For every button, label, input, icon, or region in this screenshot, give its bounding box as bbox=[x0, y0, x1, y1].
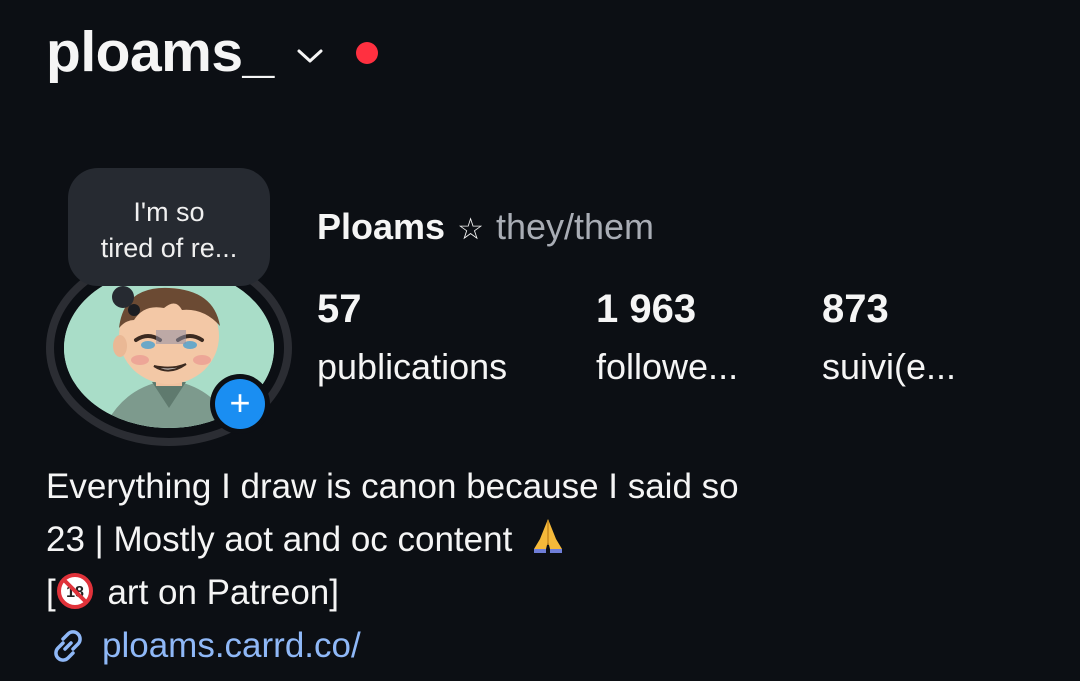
stat-followers[interactable]: 1 963 followe... bbox=[596, 286, 738, 390]
bio-line-2: 23 | Mostly aot and oc content bbox=[46, 513, 739, 566]
bio-line-1: Everything I draw is canon because I sai… bbox=[46, 467, 739, 506]
bio-line-3: [ 18 art on Patreon] bbox=[46, 566, 739, 619]
stat-following-value: 873 bbox=[822, 287, 889, 331]
link-icon bbox=[54, 629, 82, 662]
stat-following-label: suivi(e... bbox=[822, 346, 957, 387]
note-text-line-1: I'm so bbox=[133, 197, 205, 227]
bio-link[interactable]: ploams.carrd.co/ bbox=[46, 619, 739, 672]
bio-link-text[interactable]: ploams.carrd.co/ bbox=[102, 619, 361, 672]
profile-header: ploams_ bbox=[46, 24, 378, 81]
plus-icon: + bbox=[215, 379, 265, 429]
bio-line-3-text: art on Patreon] bbox=[97, 573, 339, 612]
star-icon: ☆ bbox=[457, 213, 484, 246]
notification-dot bbox=[355, 41, 378, 64]
display-name: Ploams bbox=[317, 206, 446, 247]
no-under-18-icon: 18 bbox=[56, 573, 93, 609]
bio-line-3-open: [ bbox=[46, 573, 56, 612]
bio-line-2-text: 23 | Mostly aot and oc content bbox=[46, 520, 513, 559]
profile-name-row: Ploams ☆ they/them bbox=[317, 206, 654, 248]
add-story-button[interactable]: + bbox=[210, 374, 270, 434]
stat-followers-label: followe... bbox=[596, 346, 739, 387]
note-bubble[interactable]: I'm so tired of re... bbox=[68, 168, 270, 286]
stat-posts-value: 57 bbox=[317, 287, 362, 331]
bio: Everything I draw is canon because I sai… bbox=[46, 460, 739, 672]
note-text-line-2: tired of re... bbox=[100, 233, 238, 263]
stat-posts[interactable]: 57 publications bbox=[317, 286, 507, 390]
username[interactable]: ploams_ bbox=[46, 24, 274, 81]
folded-hands-icon bbox=[534, 519, 563, 553]
note-tail bbox=[112, 286, 134, 308]
chevron-down-icon[interactable] bbox=[296, 46, 324, 66]
stat-posts-label: publications bbox=[317, 346, 508, 387]
stat-followers-value: 1 963 bbox=[596, 287, 697, 331]
pronouns: they/them bbox=[495, 206, 655, 247]
stat-following[interactable]: 873 suivi(e... bbox=[822, 286, 956, 390]
